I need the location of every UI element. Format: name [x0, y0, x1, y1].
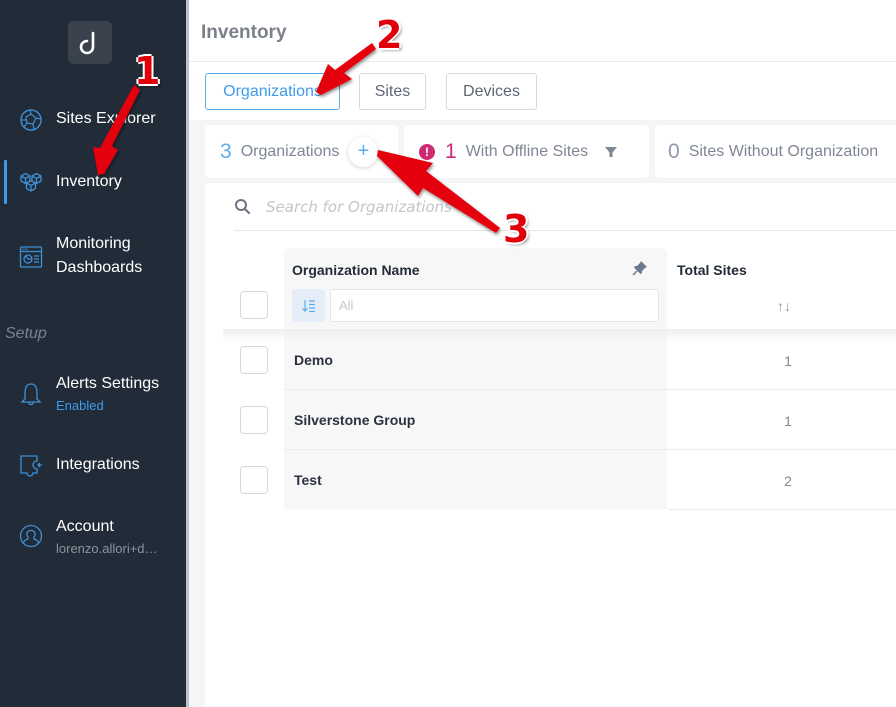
column-header-organization-name[interactable]: Organization Name — [292, 262, 420, 278]
sidebar-item-account[interactable]: Account lorenzo.allori+d… — [0, 515, 186, 559]
row-divider — [668, 509, 896, 510]
sidebar-item-label: Sites Explorer — [56, 110, 156, 127]
section-label-setup: Setup — [5, 325, 47, 342]
stat-card-sites-without-organization[interactable]: 0 Sites Without Organization — [655, 125, 896, 178]
organizations-count: 3 — [220, 139, 232, 163]
sidebar-item-label: Account — [56, 518, 114, 535]
row-checkbox[interactable] — [240, 406, 268, 434]
sort-toggle-icon[interactable]: ↑↓ — [777, 298, 791, 314]
row-divider — [284, 389, 896, 390]
sidebar-item-label: Alerts Settings — [56, 375, 160, 392]
annotation-number-2: 2 — [376, 13, 403, 57]
row-divider — [284, 449, 896, 450]
app-logo[interactable] — [68, 21, 112, 64]
annotation-number-3: 3 — [503, 207, 530, 251]
cubes-icon — [20, 172, 42, 192]
plus-icon: + — [357, 140, 370, 162]
page-title: Inventory — [201, 22, 287, 43]
total-sites-cell: 1 — [784, 413, 792, 429]
add-organization-button[interactable]: + — [348, 136, 379, 167]
filter-icon[interactable] — [605, 146, 618, 158]
header-shadow — [223, 329, 896, 341]
organizations-label: Organizations — [240, 142, 340, 160]
organization-name-cell[interactable]: Test — [294, 472, 322, 488]
sort-button[interactable] — [292, 289, 325, 322]
column-header-total-sites[interactable]: Total Sites — [677, 262, 747, 278]
row-checkbox[interactable] — [240, 346, 268, 374]
sidebar: Sites Explorer Inventory Monitoring Dash… — [0, 0, 186, 707]
dashboard-icon — [19, 246, 43, 268]
organization-name-cell[interactable]: Silverstone Group — [294, 412, 415, 428]
organization-name-cell[interactable]: Demo — [294, 352, 333, 368]
globe-network-icon — [20, 109, 42, 131]
stat-card-organizations[interactable]: 3 Organizations + — [205, 125, 398, 178]
sidebar-item-label-line2: Dashboards — [56, 259, 143, 276]
pinned-column-organization-name: Organization Name — [284, 248, 667, 509]
without-org-label: Sites Without Organization — [688, 142, 879, 160]
sidebar-item-label-line1: Monitoring — [56, 235, 131, 252]
sidebar-item-alerts-settings[interactable]: Alerts Settings Enabled — [0, 372, 186, 416]
row-checkbox[interactable] — [240, 466, 268, 494]
sidebar-item-sites-explorer[interactable]: Sites Explorer — [0, 107, 186, 133]
sort-descending-icon — [301, 299, 315, 312]
user-circle-icon — [19, 524, 43, 548]
logo-icon — [79, 31, 95, 54]
offline-count: 1 — [445, 139, 457, 163]
select-all-checkbox[interactable] — [240, 291, 268, 319]
pin-icon[interactable] — [632, 260, 648, 276]
sidebar-item-label: Inventory — [56, 173, 122, 190]
organizations-panel: Organization Name Total Sites ↑↓ Demo — [205, 183, 896, 707]
tab-organizations[interactable]: Organizations — [205, 73, 340, 110]
account-email: lorenzo.allori+d… — [56, 541, 158, 556]
total-sites-cell: 1 — [784, 353, 792, 369]
bell-icon — [20, 383, 42, 406]
tab-bar: Organizations Sites Devices — [189, 62, 896, 120]
without-org-count: 0 — [668, 139, 680, 163]
puzzle-plug-icon — [20, 455, 42, 477]
alerts-status: Enabled — [56, 398, 104, 413]
stat-card-offline-sites[interactable]: ! 1 With Offline Sites — [404, 125, 649, 178]
alert-icon: ! — [419, 143, 435, 160]
app-window: Sites Explorer Inventory Monitoring Dash… — [0, 0, 896, 707]
offline-label: With Offline Sites — [465, 142, 589, 160]
top-bar: Inventory — [189, 0, 896, 62]
total-sites-cell: 2 — [784, 473, 792, 489]
annotation-number-1: 1 — [134, 49, 161, 93]
tab-sites[interactable]: Sites — [359, 73, 426, 110]
sidebar-item-inventory[interactable]: Inventory — [0, 170, 186, 196]
organization-name-filter[interactable] — [330, 289, 659, 322]
sidebar-item-monitoring-dashboards[interactable]: Monitoring Dashboards — [0, 232, 186, 282]
sidebar-item-integrations[interactable]: Integrations — [0, 453, 186, 479]
search-icon — [235, 198, 251, 214]
tab-devices[interactable]: Devices — [446, 73, 537, 110]
search-bar — [234, 183, 896, 231]
main-content: Inventory Organizations Sites Devices 3 … — [189, 0, 896, 707]
sidebar-item-label: Integrations — [56, 456, 140, 473]
